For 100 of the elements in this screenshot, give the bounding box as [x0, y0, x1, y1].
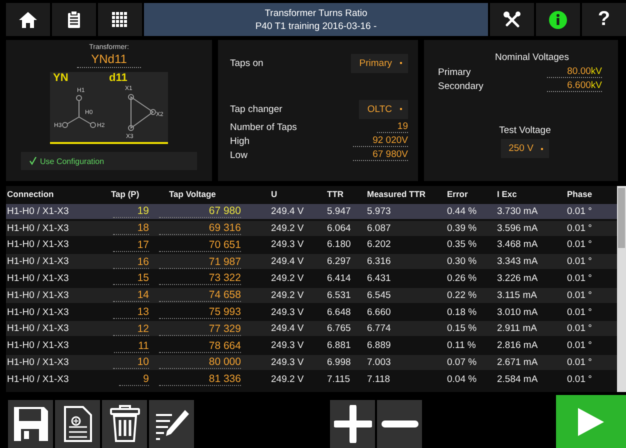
clipboard-icon — [67, 10, 81, 28]
start-button[interactable] — [556, 395, 626, 448]
table-cell-text: 0.26 % — [447, 272, 478, 284]
taps-on-label: Taps on — [230, 58, 264, 68]
table-row[interactable]: H1-H0 / X1-X3 18 69 316 249.2 V 6.064 6.087 0.39 % 3.596 mA 0.01 ° — [6, 220, 617, 236]
table-cell-text: 6.998 — [327, 356, 352, 368]
table-cell-text: 7.115 — [327, 374, 352, 385]
table-cell: 11 — [107, 340, 149, 352]
table-cell-text: 2.584 mA — [497, 374, 539, 385]
table-cell-text: 0.01 ° — [567, 256, 593, 268]
table-cell-text: 3.730 mA — [497, 206, 539, 217]
table-cell-text: 5.947 — [327, 206, 352, 217]
column-header: Phase — [567, 189, 594, 199]
table-cell: 67 980 — [149, 205, 241, 218]
nominal-voltages-title: Nominal Voltages — [495, 52, 569, 63]
grid-button[interactable] — [98, 3, 142, 36]
test-voltage-dropdown[interactable]: 250 V — [500, 139, 550, 158]
table-cell-text: 249.4 V — [270, 323, 305, 334]
scrollbar-thumb[interactable] — [618, 188, 625, 248]
table-cell-text: 2.671 mA — [497, 356, 539, 368]
home-button[interactable] — [6, 3, 50, 36]
table-cell-text: 249.4 V — [270, 256, 305, 268]
table-cell-text: 6.648 — [327, 306, 352, 318]
add-button[interactable] — [330, 400, 375, 448]
settings-button[interactable] — [490, 3, 534, 36]
field-value: 19 — [377, 121, 408, 133]
table-cell-text: 3.010 mA — [497, 306, 539, 318]
table-cell-text: 0.15 % — [447, 323, 478, 334]
clipboard-button[interactable] — [52, 3, 96, 36]
table-row[interactable]: H1-H0 / X1-X3 10 80 000 249.3 V 6.998 7.003 0.07 % 2.671 mA 0.01 ° — [6, 354, 617, 370]
edit-button[interactable] — [149, 400, 194, 448]
add-document-button[interactable] — [55, 400, 100, 448]
table-cell-text: 0.01 ° — [567, 222, 593, 234]
help-button[interactable]: ? — [582, 3, 626, 36]
table-cell-text: 0.07 % — [447, 356, 478, 368]
table-row[interactable]: H1-H0 / X1-X3 12 77 329 249.4 V 6.765 6.774 0.15 % 2.911 mA 0.01 ° — [6, 321, 617, 336]
use-configuration-button[interactable]: Use Configuration — [21, 152, 197, 170]
field-label: Low — [230, 150, 248, 160]
test-voltage-label: Test Voltage — [499, 125, 551, 136]
table-cell: 71 987 — [149, 256, 241, 268]
table-cell-text: 249.2 V — [270, 272, 305, 284]
table-cell: 18 — [107, 222, 149, 234]
column-header: Error — [447, 189, 469, 199]
table-cell: 81 336 — [149, 373, 241, 386]
table-cell-text: 249.4 V — [270, 206, 305, 217]
table-cell-text: 3.468 mA — [497, 239, 539, 250]
field-value: 80.00kV — [547, 66, 602, 78]
table-cell: 80 000 — [149, 356, 241, 368]
table-cell-text: 6.202 — [367, 239, 392, 250]
field-value: 6.600kV — [547, 80, 602, 92]
table-row[interactable]: H1-H0 / X1-X3 16 71 987 249.4 V 6.297 6.316 0.30 % 3.343 mA 0.01 ° — [6, 254, 617, 270]
column-header: Measured TTR — [367, 189, 427, 199]
table-cell-text: 6.087 — [367, 222, 392, 234]
table-cell-text: 0.01 ° — [567, 206, 593, 217]
table-cell-text: H1-H0 / X1-X3 — [6, 239, 70, 250]
table-cell: 14 — [107, 289, 149, 302]
table-cell: 74 658 — [149, 289, 241, 302]
table-cell-text: 0.01 ° — [567, 306, 593, 318]
column-header: TTR — [327, 189, 345, 199]
table-cell-text: H1-H0 / X1-X3 — [6, 340, 70, 352]
table-cell-text: 6.545 — [367, 290, 392, 301]
grid-icon — [112, 12, 128, 28]
delta-drawing — [128, 94, 156, 131]
table-cell-text: 0.35 % — [447, 239, 478, 250]
table-cell-text: 249.3 V — [270, 239, 305, 250]
window-subtitle: P40 T1 training 2016-03-16 - — [255, 20, 377, 32]
table-cell-text: 6.881 — [327, 340, 352, 352]
table-cell-text: 249.3 V — [270, 340, 305, 352]
table-cell-text: 7.003 — [367, 356, 392, 368]
table-cell-text: 0.04 % — [447, 374, 478, 385]
delete-button[interactable] — [102, 400, 147, 448]
table-cell-text: 6.064 — [327, 222, 352, 234]
table-cell-text: H1-H0 / X1-X3 — [6, 256, 70, 268]
table-cell-text: H1-H0 / X1-X3 — [6, 272, 70, 284]
table-cell: 10 — [107, 356, 149, 368]
document-plus-icon — [62, 405, 92, 443]
save-button[interactable] — [8, 400, 53, 448]
table-row[interactable]: H1-H0 / X1-X3 19 67 980 249.4 V 5.947 5.973 0.44 % 3.730 mA 0.01 ° — [6, 204, 617, 219]
taps-on-dropdown[interactable]: Primary — [351, 54, 408, 72]
table-cell: 17 — [107, 238, 149, 251]
plus-icon — [334, 405, 372, 443]
secondary-winding-label: d11 — [109, 72, 128, 84]
table-row[interactable]: H1-H0 / X1-X3 14 74 658 249.2 V 6.531 6.545 0.22 % 3.115 mA 0.01 ° — [6, 288, 617, 303]
trash-icon — [108, 405, 140, 443]
tap-changer-dropdown[interactable]: OLTC — [359, 100, 408, 118]
table-cell-text: 6.431 — [367, 272, 392, 284]
remove-button[interactable] — [377, 400, 422, 448]
table-cell: 75 993 — [149, 306, 241, 318]
scrollbar[interactable] — [617, 186, 626, 392]
table-cell-text: 6.660 — [367, 306, 392, 318]
table-cell-text: 0.39 % — [447, 222, 478, 234]
table-cell-text: H1-H0 / X1-X3 — [6, 222, 70, 234]
table-cell-text: 249.2 V — [270, 290, 305, 301]
info-button[interactable] — [536, 3, 580, 36]
table-cell-text: 6.180 — [327, 239, 352, 250]
table-cell-text: H1-H0 / X1-X3 — [6, 323, 70, 334]
info-icon — [549, 10, 567, 28]
table-cell-text: 5.973 — [367, 206, 392, 217]
table-cell: 69 316 — [149, 222, 241, 234]
field-label: Primary — [438, 66, 471, 78]
